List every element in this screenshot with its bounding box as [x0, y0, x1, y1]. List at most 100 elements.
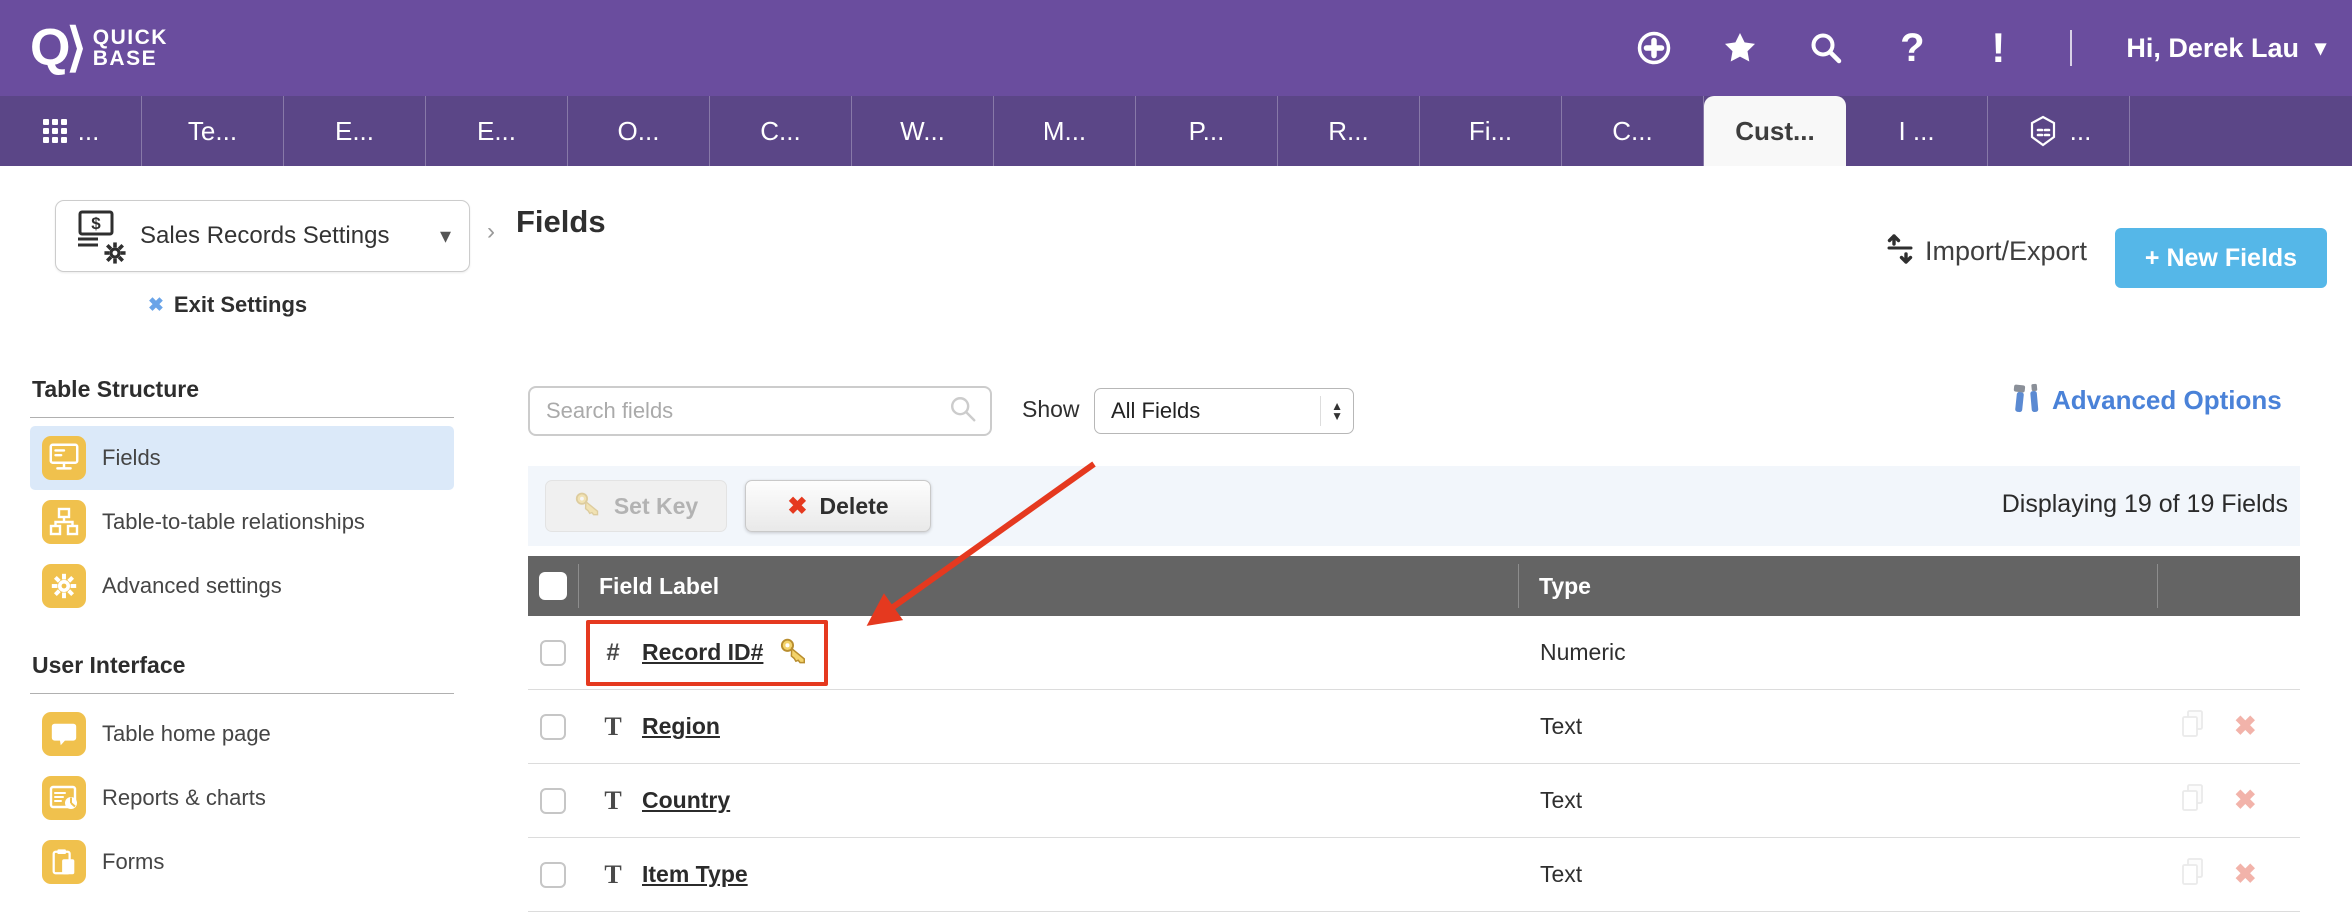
settings-sidebar: Table Structure Fields Table-to-table re…	[30, 376, 454, 894]
tab-2[interactable]: E...	[284, 96, 426, 166]
import-export-icon	[1885, 232, 1915, 271]
tab-5[interactable]: C...	[710, 96, 852, 166]
cube-icon	[2026, 114, 2060, 148]
tab-label: O...	[618, 116, 660, 147]
text-field-icon: T	[600, 860, 626, 890]
select-stepper-icon: ▲▼	[1320, 396, 1343, 426]
copy-icon[interactable]	[2178, 708, 2208, 745]
copy-icon[interactable]	[2178, 856, 2208, 893]
tab-label: I ...	[1898, 116, 1934, 147]
user-greeting: Hi, Derek Lau	[2126, 33, 2299, 64]
tab-9[interactable]: R...	[1278, 96, 1420, 166]
tab-label: C...	[760, 116, 800, 147]
logo-text-base: BASE	[93, 48, 168, 69]
sidebar-item-fields[interactable]: Fields	[30, 426, 454, 490]
delete-button[interactable]: ✖ Delete	[745, 480, 931, 532]
sidebar-item-table-home-page[interactable]: Table home page	[30, 702, 454, 766]
tab-1[interactable]: Te...	[142, 96, 284, 166]
table-settings-menu-button[interactable]: $ Sales Records Settings ▾	[55, 200, 470, 272]
speech-bubble-icon	[42, 712, 86, 756]
user-menu[interactable]: Hi, Derek Lau ▾	[2126, 33, 2326, 64]
field-link-record-id[interactable]: Record ID#	[642, 639, 763, 666]
sidebar-item-advanced-settings[interactable]: Advanced settings	[30, 554, 454, 618]
tab-4[interactable]: O...	[568, 96, 710, 166]
add-icon[interactable]	[1636, 30, 1672, 66]
advanced-options-link[interactable]: Advanced Options	[2012, 382, 2282, 419]
help-icon[interactable]: ?	[1894, 30, 1930, 66]
sidebar-section-title: Table Structure	[30, 376, 454, 403]
search-icon[interactable]	[1808, 30, 1844, 66]
advanced-options-label: Advanced Options	[2052, 385, 2282, 416]
tab-7[interactable]: M...	[994, 96, 1136, 166]
tab-label: P...	[1189, 116, 1225, 147]
delete-field-icon[interactable]: ✖	[2234, 785, 2257, 816]
sidebar-item-label: Forms	[102, 849, 164, 875]
field-link-country[interactable]: Country	[642, 787, 730, 814]
copy-icon[interactable]	[2178, 782, 2208, 819]
table-header-row: Field Label Type	[528, 556, 2300, 616]
row-checkbox[interactable]	[540, 714, 566, 740]
show-fields-select[interactable]: All Fields ▲▼	[1094, 388, 1354, 434]
sidebar-item-forms[interactable]: Forms	[30, 830, 454, 894]
delete-field-icon[interactable]: ✖	[2234, 859, 2257, 890]
field-type: Text	[1518, 861, 2156, 888]
search-icon	[948, 394, 978, 429]
tab-6[interactable]: W...	[852, 96, 994, 166]
tab-app-box[interactable]: ...	[1988, 96, 2130, 166]
tab-label: Cust...	[1735, 116, 1814, 147]
exit-settings-label: Exit Settings	[174, 292, 307, 318]
displaying-count: Displaying 19 of 19 Fields	[2002, 490, 2288, 519]
show-fields-selected-value: All Fields	[1111, 398, 1320, 424]
tab-13[interactable]: I ...	[1846, 96, 1988, 166]
text-field-icon: T	[600, 712, 626, 742]
tab-customers-active[interactable]: Cust...	[1704, 96, 1846, 166]
tab-10[interactable]: Fi...	[1420, 96, 1562, 166]
select-all-checkbox[interactable]	[539, 572, 567, 600]
new-fields-button[interactable]: + New Fields	[2115, 228, 2327, 288]
sidebar-item-relationships[interactable]: Table-to-table relationships	[30, 490, 454, 554]
table-row-record-id: # Record ID# Numeric	[528, 616, 2300, 690]
delete-label: Delete	[820, 493, 889, 520]
svg-text:$: $	[91, 214, 101, 233]
sidebar-item-label: Table-to-table relationships	[102, 509, 365, 535]
search-input[interactable]	[546, 398, 948, 424]
row-checkbox[interactable]	[540, 788, 566, 814]
text-field-icon: T	[600, 786, 626, 816]
table-tab-bar: ... Te... E... E... O... C... W... M... …	[0, 96, 2352, 166]
sales-table-icon: $	[74, 210, 126, 262]
field-link-item-type[interactable]: Item Type	[642, 861, 748, 888]
gear-icon	[102, 240, 128, 266]
sidebar-item-label: Advanced settings	[102, 573, 282, 599]
import-export-label: Import/Export	[1925, 236, 2087, 267]
tab-11[interactable]: C...	[1562, 96, 1704, 166]
favorites-star-icon[interactable]	[1722, 30, 1758, 66]
exit-settings-link[interactable]: ✖ Exit Settings	[148, 292, 307, 318]
report-chart-icon	[42, 776, 86, 820]
field-link-region[interactable]: Region	[642, 713, 720, 740]
quickbase-app: Q⟩ QUICK BASE ? ! Hi, Derek Lau ▾	[0, 0, 2352, 920]
sidebar-item-reports-charts[interactable]: Reports & charts	[30, 766, 454, 830]
close-icon: ✖	[148, 294, 164, 317]
tab-8[interactable]: P...	[1136, 96, 1278, 166]
row-checkbox[interactable]	[540, 640, 566, 666]
search-fields-box	[528, 386, 992, 436]
key-icon	[574, 490, 602, 522]
tab-apps-grid[interactable]: ...	[0, 96, 142, 166]
tab-label: ...	[78, 116, 100, 147]
quickbase-logo[interactable]: Q⟩ QUICK BASE	[30, 18, 168, 78]
alerts-icon[interactable]: !	[1980, 30, 2016, 66]
sidebar-item-label: Reports & charts	[102, 785, 266, 811]
sidebar-item-label: Fields	[102, 445, 161, 471]
row-checkbox[interactable]	[540, 862, 566, 888]
field-type: Text	[1518, 787, 2156, 814]
delete-x-icon: ✖	[787, 492, 807, 521]
logo-q-icon: Q⟩	[30, 18, 83, 78]
import-export-button[interactable]: Import/Export	[1885, 232, 2087, 271]
breadcrumb-chevron-icon: ›	[487, 218, 495, 246]
field-type: Numeric	[1518, 639, 2156, 666]
delete-field-icon[interactable]: ✖	[2234, 711, 2257, 742]
tab-3[interactable]: E...	[426, 96, 568, 166]
tools-icon	[2012, 382, 2042, 419]
set-key-button[interactable]: Set Key	[545, 480, 727, 532]
field-type: Text	[1518, 713, 2156, 740]
